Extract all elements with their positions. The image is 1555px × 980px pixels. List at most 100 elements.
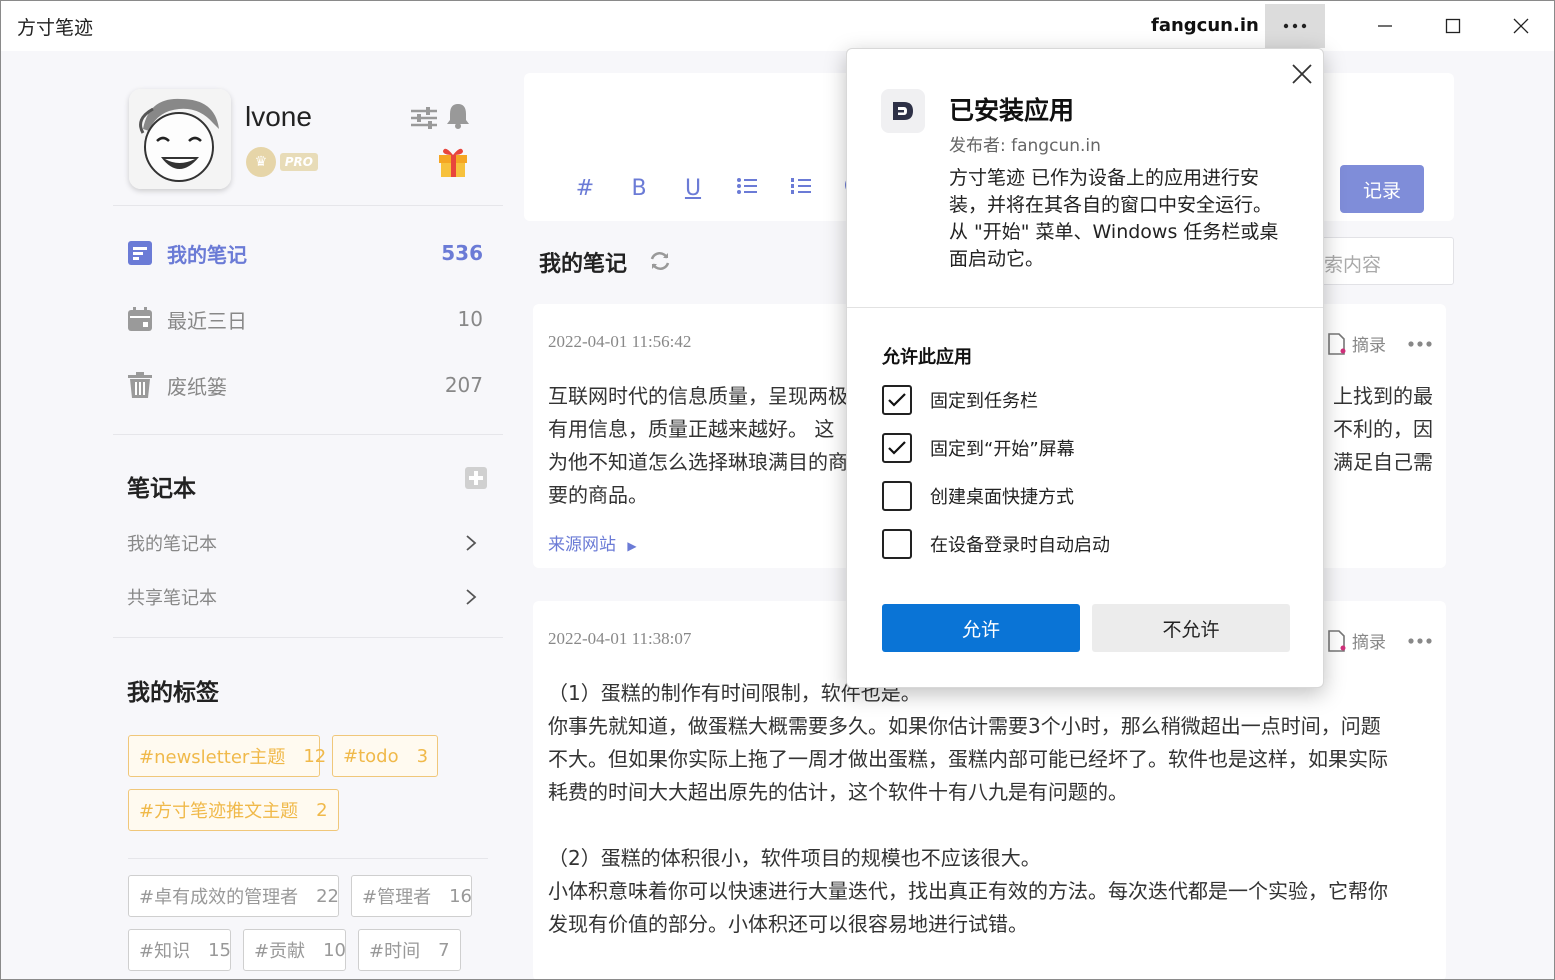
- add-notebook-icon[interactable]: [465, 467, 487, 489]
- checkbox-checked[interactable]: [882, 433, 912, 463]
- tag-count: 2: [316, 799, 328, 821]
- crown-icon: ♛: [246, 147, 276, 177]
- dialog-title: 已安装应用: [949, 96, 1075, 125]
- sidebar-item-my-notes[interactable]: 我的笔记 536: [127, 233, 483, 273]
- bold-button[interactable]: B: [612, 176, 666, 201]
- installed-app-dialog: 已安装应用 发布者: fangcun.in 方寸笔迹 已作为设备上的应用进行安装…: [846, 48, 1324, 688]
- tag-fangcun-post[interactable]: #方寸笔迹推文主题 2: [128, 789, 339, 831]
- caret-right-icon: ▶: [627, 539, 637, 553]
- excerpt-icon: [1328, 629, 1346, 652]
- checkmark-icon: [888, 441, 906, 455]
- tag-count: 10: [323, 939, 346, 961]
- dialog-description: 方寸笔迹 已作为设备上的应用进行安装，并将在其各自的窗口中安全运行。从 "开始"…: [949, 167, 1279, 270]
- app-window: 方寸笔迹 fangcun.in lvone ♛ PRO 我的笔记 536 最近三…: [0, 0, 1555, 980]
- tag-knowledge[interactable]: #知识 15: [128, 929, 231, 971]
- notebook-item-mine[interactable]: 我的笔记本: [127, 527, 477, 559]
- tag-name: #知识: [139, 941, 191, 962]
- hashtag-icon: #: [575, 175, 595, 201]
- settings-sliders-icon[interactable]: [409, 105, 439, 131]
- bell-icon[interactable]: [445, 101, 471, 129]
- dialog-divider: [847, 307, 1323, 308]
- tag-todo[interactable]: #todo 3: [332, 735, 438, 777]
- excerpt-label: 摘录: [1352, 336, 1386, 356]
- username: lvone: [245, 101, 312, 132]
- tags-title: 我的标签: [127, 680, 219, 706]
- note-actions: 摘录: [1326, 628, 1432, 653]
- trash-icon: [128, 372, 152, 398]
- deny-button[interactable]: 不允许: [1092, 604, 1290, 652]
- option-label: 固定到“开始”屏幕: [930, 439, 1075, 460]
- option-label: 固定到任务栏: [930, 391, 1038, 412]
- sidebar: lvone ♛ PRO 我的笔记 536 最近三日 10 废纸篓 207 笔记本…: [113, 51, 503, 979]
- sidebar-divider: [113, 434, 503, 435]
- sidebar-item-label: 我的笔记: [167, 242, 247, 267]
- sidebar-item-count: 207: [444, 373, 483, 397]
- option-pin-taskbar[interactable]: 固定到任务栏: [882, 385, 1038, 415]
- underline-button[interactable]: U: [666, 176, 720, 201]
- sidebar-item-count: 536: [441, 241, 483, 265]
- tag-name: #newsletter主题: [139, 747, 286, 768]
- allow-button[interactable]: 允许: [882, 604, 1080, 652]
- tag-contribution[interactable]: #贡献 10: [243, 929, 346, 971]
- pro-label: PRO: [279, 153, 318, 171]
- excerpt-button[interactable]: 摘录: [1326, 331, 1386, 356]
- option-auto-start[interactable]: 在设备登录时自动启动: [882, 529, 1110, 559]
- number-list-icon: [791, 177, 811, 194]
- notebook-label: 我的笔记本: [127, 534, 217, 555]
- tags-divider: [128, 858, 488, 859]
- note-body: （1）蛋糕的制作有时间限制，软件也是。 你事先就知道，做蛋糕大概需要多久。如果你…: [548, 681, 1388, 936]
- tag-newsletter[interactable]: #newsletter主题 12: [128, 735, 326, 777]
- underline-icon: U: [684, 175, 702, 201]
- pro-badge: ♛ PRO: [246, 147, 318, 177]
- checkbox-unchecked[interactable]: [882, 529, 912, 559]
- bullet-list-button[interactable]: [720, 176, 774, 201]
- record-button[interactable]: 记录: [1340, 165, 1424, 213]
- tag-count: 12: [303, 745, 327, 767]
- excerpt-button[interactable]: 摘录: [1326, 628, 1386, 653]
- tag-count: 7: [438, 939, 450, 961]
- note-date: 2022-04-01 11:56:42: [548, 332, 692, 351]
- notebook-item-shared[interactable]: 共享笔记本: [127, 581, 477, 613]
- notebook-label: 共享笔记本: [127, 588, 217, 609]
- app-logo-icon: [881, 89, 925, 133]
- note-more-icon[interactable]: [1408, 637, 1432, 644]
- checkbox-unchecked[interactable]: [882, 481, 912, 511]
- sidebar-header-icons: [407, 99, 477, 179]
- checkbox-checked[interactable]: [882, 385, 912, 415]
- hashtag-button[interactable]: #: [558, 176, 612, 201]
- gift-icon[interactable]: [437, 145, 469, 179]
- tag-effective-executive[interactable]: #卓有成效的管理者 22: [128, 875, 339, 917]
- close-window-button[interactable]: [1491, 4, 1551, 48]
- sidebar-item-count: 10: [457, 307, 483, 331]
- excerpt-label: 摘录: [1352, 633, 1386, 653]
- dialog-section-title: 允许此应用: [882, 347, 972, 368]
- tag-name: #todo: [343, 745, 399, 767]
- option-desktop-shortcut[interactable]: 创建桌面快捷方式: [882, 481, 1074, 511]
- bold-icon: B: [631, 175, 647, 201]
- dialog-close-icon[interactable]: [1287, 59, 1317, 89]
- note-more-icon[interactable]: [1408, 340, 1432, 347]
- tag-name: #管理者: [362, 887, 432, 908]
- excerpt-icon: [1328, 332, 1346, 355]
- tag-count: 15: [208, 939, 231, 961]
- sidebar-divider: [113, 637, 503, 638]
- tag-name: #贡献: [254, 941, 306, 962]
- tag-manager[interactable]: #管理者 16: [351, 875, 472, 917]
- minimize-button[interactable]: [1355, 4, 1415, 48]
- tag-time[interactable]: #时间 7: [358, 929, 461, 971]
- note-list-title: 我的笔记: [539, 252, 628, 277]
- refresh-icon[interactable]: [649, 250, 671, 272]
- tag-count: 16: [449, 885, 472, 907]
- sidebar-item-recent[interactable]: 最近三日 10: [127, 299, 483, 339]
- avatar[interactable]: [129, 89, 231, 189]
- source-link-label: 来源网站: [548, 535, 616, 555]
- editor-toolbar: # B U: [558, 173, 882, 203]
- maximize-icon: [1445, 18, 1461, 34]
- maximize-button[interactable]: [1423, 4, 1483, 48]
- sidebar-item-trash[interactable]: 废纸篓 207: [127, 365, 483, 405]
- option-pin-start[interactable]: 固定到“开始”屏幕: [882, 433, 1075, 463]
- tag-count: 3: [416, 745, 429, 767]
- number-list-button[interactable]: [774, 176, 828, 201]
- source-link[interactable]: 来源网站 ▶: [548, 530, 637, 555]
- more-button[interactable]: [1265, 4, 1325, 48]
